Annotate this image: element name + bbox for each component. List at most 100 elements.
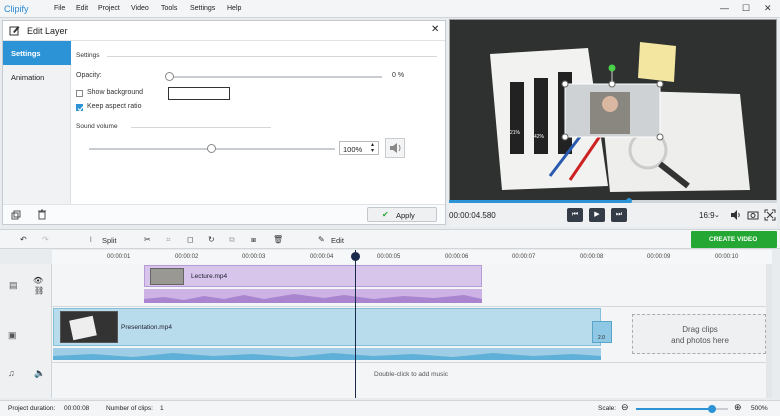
apply-button[interactable]: ✔ Apply [367,207,437,222]
playhead[interactable] [355,250,356,398]
mute-button[interactable] [385,138,405,158]
edit-layer-header: Edit Layer ✕ [3,21,445,41]
menu-help[interactable]: Help [227,5,241,12]
ruler-tick: 00:00:05 [377,254,401,260]
keep-aspect-checkbox[interactable] [76,104,84,112]
menu-tools[interactable]: Tools [161,5,177,12]
create-video-button[interactable]: CREATE VIDEO [691,231,777,248]
ruler-tick: 00:00:04 [310,254,334,260]
opacity-slider-knob[interactable] [165,72,174,81]
transition-thumbnail[interactable]: 2.0 [592,321,612,343]
check-icon: ✔ [382,210,389,219]
background-color-swatch[interactable] [168,87,230,100]
fullscreen-icon[interactable] [764,209,776,221]
close-window-button[interactable]: ✕ [764,3,772,14]
redo-icon: ↷ [42,235,49,244]
track-divider [52,306,772,307]
scissors-icon[interactable]: ✂ [144,235,151,244]
ruler-tick: 00:00:06 [445,254,469,260]
vertical-scrollbar[interactable] [766,264,772,398]
lecture-audio-wave [144,289,482,303]
split-icon[interactable]: ⧘ [90,235,92,245]
zoom-in-icon[interactable]: ⊕ [734,402,742,413]
resize-handle[interactable] [561,133,569,141]
split-button[interactable]: Split [102,236,117,245]
opacity-slider[interactable] [170,76,382,78]
menu-video[interactable]: Video [131,5,149,12]
scale-slider[interactable] [636,405,728,413]
stepper-icon[interactable]: ▴ ▾ [371,142,374,154]
resize-handle[interactable] [561,80,569,88]
rotate-handle[interactable] [608,64,616,72]
paper-label: 42% [534,134,545,140]
clips-value: 1 [160,405,164,412]
insert-icon[interactable]: ⧆ [251,235,256,245]
video-preview[interactable]: 21% 42% [449,19,777,201]
sticky-note [638,42,676,82]
apply-label: Apply [396,211,415,220]
timeline-toolbar: ↶ ↷ ⧘ Split ✂ ⌗ ◻ ↻ ⧉ ⧆ 🗑 ✎ Edit CREATE … [0,229,780,249]
transition-time: 2.0 [598,335,605,341]
aspect-select[interactable]: 16:9 [699,211,715,220]
volume-slider-knob[interactable] [207,144,216,153]
close-panel-button[interactable]: ✕ [431,24,439,35]
waveform-icon [144,294,482,303]
prev-button[interactable]: ⏮ [567,208,583,222]
app-logo: Clipify [4,4,29,14]
next-button[interactable]: ⏭ [611,208,627,222]
volume-input[interactable]: 100% ▴ ▾ [339,141,379,155]
divider [131,127,271,128]
camera-icon[interactable] [747,209,759,221]
speaker-track-icon[interactable]: 🔈 [34,368,45,379]
speaker-icon [390,143,401,153]
menu-settings[interactable]: Settings [190,5,215,12]
playhead-knob[interactable] [351,252,360,261]
menu-project[interactable]: Project [98,5,120,12]
menu-file[interactable]: File [54,5,65,12]
maximize-button[interactable]: ☐ [742,3,750,14]
volume-icon[interactable] [729,209,741,221]
edit-button[interactable]: Edit [331,236,344,245]
status-bar: Project duration: 00:00:08 Number of cli… [0,400,780,416]
trash-icon[interactable] [37,209,47,220]
lecture-thumbnail [150,268,184,285]
edit-layer-title: Edit Layer [27,26,68,36]
chevron-down-icon[interactable]: ⌄ [714,211,720,219]
scale-knob[interactable] [708,405,716,413]
link-icon[interactable]: ⛓ [34,286,44,295]
zoom-out-icon[interactable]: ⊖ [621,402,629,413]
rotate-icon[interactable]: ↻ [208,235,215,244]
tab-settings[interactable]: Settings [3,41,71,65]
resize-handle[interactable] [656,133,664,141]
settings-section-title: Settings [76,52,100,59]
eye-icon[interactable]: 👁 [33,276,43,285]
keep-aspect-label: Keep aspect ratio [87,103,142,110]
timeline-ruler[interactable]: 00:00:01 00:00:02 00:00:03 00:00:04 00:0… [52,250,772,264]
undo-icon[interactable]: ↶ [20,235,27,244]
play-button[interactable]: ▶ [589,208,605,222]
edit-tool-icon[interactable]: ✎ [318,235,325,244]
drop-hint: Drag clips and photos here [671,325,729,345]
waveform-icon [53,353,601,360]
tab-animation[interactable]: Animation [3,65,71,89]
ruler-tick: 00:00:03 [242,254,266,260]
copy-icon[interactable] [11,210,21,220]
delete-icon[interactable]: 🗑 [273,235,283,244]
resize-handle[interactable] [656,80,664,88]
ruler-tick: 00:00:08 [580,254,604,260]
scale-fill [636,408,712,410]
lecture-clip[interactable]: Lecture.mp4 [144,265,482,287]
show-background-checkbox[interactable] [76,90,83,97]
timeline-tracks[interactable]: Lecture.mp4 Presentation.mp4 2.0 Drag cl… [52,250,772,398]
preview-frame: 21% 42% [450,20,776,200]
presentation-clip[interactable]: Presentation.mp4 2.0 [53,308,612,346]
resize-handle[interactable] [608,80,616,88]
stop-icon[interactable]: ◻ [187,235,194,244]
ruler-tick: 00:00:01 [107,254,131,260]
sound-volume-title: Sound volume [76,123,118,130]
drop-zone[interactable]: Drag clips and photos here [632,314,766,354]
minimize-button[interactable]: — [720,3,729,13]
track-headers: ▤ 👁 ⛓ ▣ ♫ 🔈 [0,264,52,398]
edit-icon [9,26,20,36]
menu-edit[interactable]: Edit [76,5,88,12]
